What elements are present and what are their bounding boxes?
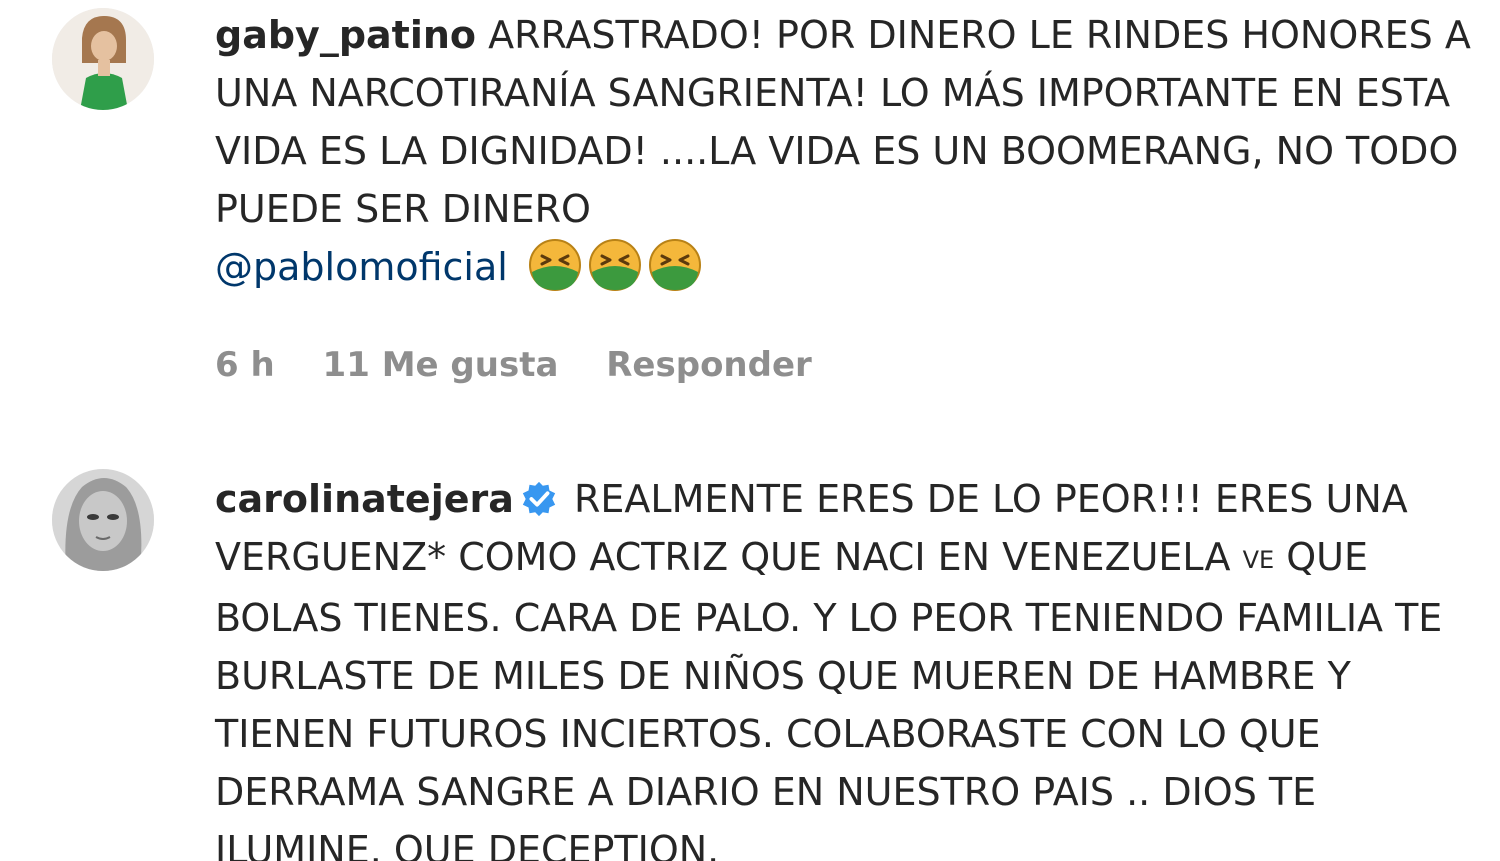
nauseated-face-icon bbox=[648, 238, 702, 292]
avatar[interactable] bbox=[52, 8, 154, 110]
nauseated-face-icon bbox=[588, 238, 642, 292]
comment-item: gaby_patino ARRASTRADO! POR DINERO LE RI… bbox=[0, 0, 1500, 420]
comment-meta: 6 h 11 Me gusta Responder bbox=[215, 345, 848, 385]
comment-username[interactable]: gaby_patino bbox=[215, 13, 476, 57]
avatar-image bbox=[52, 8, 154, 110]
comment-body: gaby_patino ARRASTRADO! POR DINERO LE RI… bbox=[215, 6, 1485, 296]
flag-ve-icon: VE bbox=[1242, 546, 1275, 574]
avatar-image bbox=[52, 469, 154, 571]
comment-text-continued: QUE BOLAS TIENES. CARA DE PALO. Y LO PEO… bbox=[215, 535, 1443, 861]
mention-link[interactable]: @pablomoficial bbox=[215, 245, 508, 289]
avatar[interactable] bbox=[52, 469, 154, 571]
nauseated-face-icon bbox=[528, 238, 582, 292]
comment-body: carolinatejera REALMENTE ERES DE LO PEOR… bbox=[215, 470, 1485, 861]
comment-time[interactable]: 6 h bbox=[215, 345, 275, 385]
comment-likes[interactable]: 11 Me gusta bbox=[323, 345, 559, 385]
verified-badge-icon bbox=[520, 480, 558, 518]
reply-button[interactable]: Responder bbox=[606, 345, 812, 385]
comment-username[interactable]: carolinatejera bbox=[215, 477, 514, 521]
comment-item: carolinatejera REALMENTE ERES DE LO PEOR… bbox=[0, 460, 1500, 861]
